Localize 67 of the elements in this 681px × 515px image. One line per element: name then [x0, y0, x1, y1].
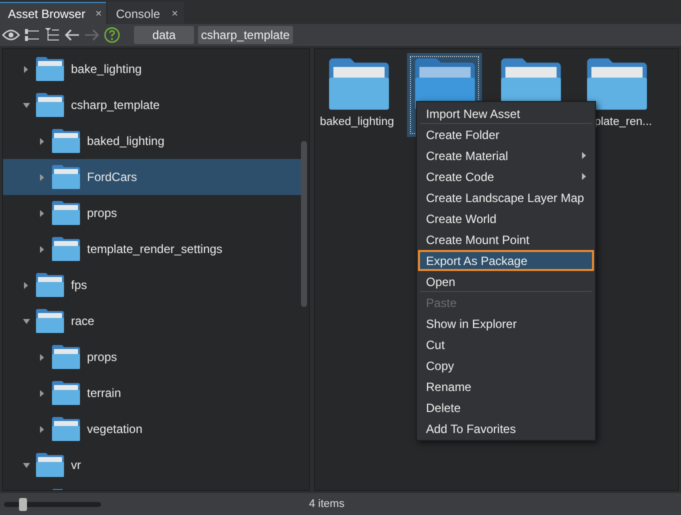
tree-collapse-icon[interactable] — [44, 28, 60, 42]
breadcrumb-button[interactable]: csharp_template — [198, 26, 293, 44]
tree-item[interactable]: vr — [3, 447, 301, 483]
menu-item[interactable]: Delete — [418, 397, 594, 418]
expand-arrow-icon[interactable] — [24, 282, 28, 288]
collapse-arrow-icon[interactable] — [22, 462, 30, 468]
tree-item[interactable]: bake_lighting — [3, 51, 301, 87]
folder-icon — [326, 56, 390, 112]
menu-item[interactable]: Create World — [418, 208, 594, 229]
expand-arrow-icon[interactable] — [40, 390, 44, 396]
breadcrumb-button[interactable]: data — [134, 26, 194, 44]
menu-item[interactable]: Create Material — [418, 145, 594, 166]
submenu-arrow-icon — [582, 173, 586, 180]
collapse-arrow-icon[interactable] — [22, 318, 30, 324]
menu-item[interactable]: Copy — [418, 355, 594, 376]
expand-arrow-icon[interactable] — [40, 210, 44, 216]
tree-item[interactable]: fps — [3, 267, 301, 303]
tree-item[interactable]: FordCars — [3, 159, 301, 195]
close-icon[interactable]: × — [172, 8, 178, 20]
item-count: 4 items — [309, 498, 344, 510]
folder-icon — [35, 92, 65, 118]
tree-item[interactable]: vegetation — [3, 411, 301, 447]
folder-icon — [35, 56, 65, 82]
tree-item[interactable]: template_render_settings — [3, 231, 301, 267]
folder-icon — [51, 200, 81, 226]
submenu-arrow-icon — [582, 152, 586, 159]
folder-icon — [51, 416, 81, 442]
tab[interactable]: Asset Browser × — [0, 2, 106, 24]
expand-arrow-icon[interactable] — [40, 174, 44, 180]
folder-icon — [51, 236, 81, 262]
tree-item[interactable]: terrain — [3, 375, 301, 411]
folder-icon — [51, 344, 81, 370]
folder-icon — [51, 128, 81, 154]
menu-item[interactable]: Rename — [418, 376, 594, 397]
folder-icon — [35, 272, 65, 298]
folder-icon — [51, 164, 81, 190]
expand-arrow-icon[interactable] — [40, 426, 44, 432]
tree-expand-icon[interactable] — [24, 28, 40, 42]
tree-item[interactable]: baked_lighting — [3, 123, 301, 159]
expand-arrow-icon[interactable] — [24, 66, 28, 72]
menu-item[interactable]: Create Code — [418, 166, 594, 187]
menu-item[interactable]: Add To Favorites — [418, 418, 594, 439]
menu-item[interactable]: Create Mount Point — [418, 229, 594, 250]
tree-item[interactable]: csharp_template — [3, 87, 301, 123]
menu-item[interactable]: Show in Explorer — [418, 313, 594, 334]
folder-icon — [584, 56, 648, 112]
menu-item[interactable]: Create Landscape Layer Map — [418, 187, 594, 208]
folder-tile[interactable]: baked_lighting — [321, 53, 396, 137]
folder-icon — [35, 308, 65, 334]
tab[interactable]: Console × — [108, 2, 184, 24]
tree-item[interactable]: race — [3, 303, 301, 339]
folder-icon — [35, 452, 65, 478]
expand-arrow-icon[interactable] — [40, 246, 44, 252]
eye-icon[interactable] — [2, 28, 20, 42]
menu-item[interactable]: Cut — [418, 334, 594, 355]
folder-icon — [51, 380, 81, 406]
tree-item[interactable]: props — [3, 339, 301, 375]
back-arrow-icon[interactable] — [64, 28, 80, 42]
expand-arrow-icon[interactable] — [40, 138, 44, 144]
expand-arrow-icon[interactable] — [40, 354, 44, 360]
slider-thumb[interactable] — [19, 498, 28, 510]
close-icon[interactable]: × — [95, 8, 102, 20]
collapse-arrow-icon[interactable] — [22, 102, 30, 108]
tree-item[interactable]: props — [3, 195, 301, 231]
scrollbar-thumb[interactable] — [301, 141, 307, 307]
menu-item[interactable]: Export As Package — [418, 250, 594, 271]
help-icon[interactable] — [104, 27, 120, 43]
